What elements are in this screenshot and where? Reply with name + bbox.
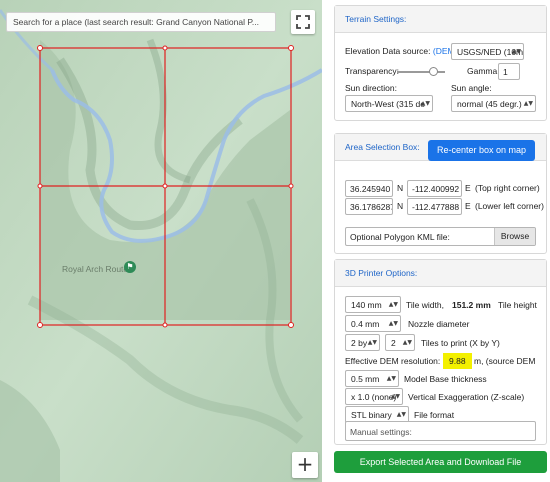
transparency-slider-thumb[interactable] — [428, 67, 438, 76]
recenter-box-button[interactable]: Re-center box on map — [428, 140, 535, 161]
tile-width-value: 140 mm — [351, 300, 382, 310]
nozzle-select[interactable]: 0.4 mm ▲▼ — [345, 315, 401, 332]
tiles-label: Tiles to print (X by Y) — [421, 338, 500, 348]
tiles-y-select[interactable]: 2 ▲▼ — [385, 334, 415, 351]
nozzle-label: Nozzle diameter — [408, 319, 470, 329]
file-format-label: File format — [414, 410, 455, 420]
chevron-down-icon: ▲▼ — [396, 411, 406, 418]
dem-resolution-label: Effective DEM resolution: — [345, 356, 441, 366]
base-thickness-value: 0.5 mm — [351, 374, 380, 384]
lower-left-longitude-input[interactable]: -112.477888 — [407, 198, 462, 215]
chevron-down-icon: ▲▼ — [388, 320, 398, 327]
file-format-value: STL binary — [351, 410, 392, 420]
tiles-x-value: 2 by — [351, 338, 368, 348]
terrain-settings-panel: Terrain Settings: Elevation Data source:… — [334, 5, 547, 121]
sun-angle-select[interactable]: normal (45 degr.) ▲▼ — [451, 95, 536, 112]
edge-handle — [162, 322, 168, 328]
printer-options-panel: 3D Printer Options: 140 mm ▲▼ Tile width,… — [334, 259, 547, 445]
tile-height-readout: 151.2 mm — [452, 300, 491, 310]
kml-file-placeholder: Optional Polygon KML file: — [350, 232, 450, 242]
settings-sidebar: Terrain Settings: Elevation Data source:… — [334, 0, 550, 482]
chevron-down-icon: ▲▼ — [367, 339, 377, 346]
sun-direction-select[interactable]: North-West (315 de ▲▼ — [345, 95, 433, 112]
vertical-exaggeration-value: x 1.0 (none) — [351, 392, 397, 402]
top-right-latitude-input[interactable]: 36.245940 — [345, 180, 393, 197]
elevation-source-label: Elevation Data source: (DEM — [345, 46, 455, 56]
edge-handle — [162, 45, 168, 51]
edge-handle — [37, 183, 43, 189]
kml-file-input[interactable]: Optional Polygon KML file: Browse — [345, 227, 536, 246]
export-download-button[interactable]: Export Selected Area and Download File — [334, 451, 547, 473]
nozzle-value: 0.4 mm — [351, 319, 380, 329]
chevron-down-icon: ▲▼ — [386, 375, 396, 382]
transparency-label: Transparency: — [345, 66, 400, 76]
sun-angle-label: Sun angle: — [451, 83, 492, 93]
lower-left-latitude-input[interactable]: 36.1786287 — [345, 198, 393, 215]
terrain-map[interactable]: Search for a place (last search result: … — [0, 0, 322, 482]
printer-options-title: 3D Printer Options: — [335, 260, 546, 287]
lower-left-lat-dir: N — [397, 201, 404, 211]
base-thickness-label: Model Base thickness — [404, 374, 487, 384]
corner-handle — [37, 45, 43, 51]
tiles-x-select[interactable]: 2 by ▲▼ — [345, 334, 380, 351]
dem-resolution-value: 9.88 — [443, 353, 472, 369]
chevron-down-icon: ▲▼ — [523, 100, 533, 107]
elevation-source-select[interactable]: USGS/NED (10m... ▲▼ — [451, 43, 524, 60]
tile-height-unit: mm — [475, 300, 491, 310]
sun-direction-value: North-West (315 de — [351, 99, 426, 109]
chevron-down-icon: ▲▼ — [402, 339, 412, 346]
area-selection-panel: Area Selection Box: Re-center box on map… — [334, 133, 547, 254]
terrain-settings-title: Terrain Settings: — [335, 6, 546, 33]
poi-label[interactable]: Royal Arch Route — [62, 264, 128, 274]
transparency-slider[interactable] — [397, 71, 445, 73]
corner-handle — [288, 322, 294, 328]
fullscreen-button[interactable] — [291, 10, 315, 34]
elevation-source-text: Elevation Data source: — [345, 46, 431, 56]
vertical-exaggeration-label: Vertical Exaggeration (Z-scale) — [408, 392, 525, 402]
chevron-down-icon: ▲▼ — [388, 301, 398, 308]
base-thickness-select[interactable]: 0.5 mm ▲▼ — [345, 370, 399, 387]
top-right-corner-label: (Top right corner) — [475, 183, 540, 193]
corner-handle — [37, 322, 43, 328]
tile-width-label: Tile width, — [406, 300, 444, 310]
lower-left-corner-label: (Lower left corner) — [475, 201, 544, 211]
chevron-down-icon: ▲▼ — [511, 48, 521, 55]
tiles-y-value: 2 — [391, 338, 396, 348]
vertical-exaggeration-select[interactable]: x 1.0 (none) ▲▼ — [345, 388, 403, 405]
hiking-poi-icon[interactable]: ⚑ — [124, 261, 136, 273]
center-handle — [162, 183, 168, 189]
tile-width-select[interactable]: 140 mm ▲▼ — [345, 296, 401, 313]
tile-height-label: Tile height — [498, 300, 537, 310]
lower-left-lon-dir: E — [465, 201, 471, 211]
fullscreen-icon — [296, 15, 310, 29]
gamma-input[interactable]: 1 — [498, 63, 520, 80]
browse-button[interactable]: Browse — [494, 228, 535, 245]
manual-settings-input[interactable]: Manual settings: — [345, 421, 536, 441]
place-search-input[interactable]: Search for a place (last search result: … — [6, 12, 276, 32]
top-right-lon-dir: E — [465, 183, 471, 193]
zoom-in-button[interactable]: + — [292, 452, 318, 478]
edge-handle — [288, 183, 294, 189]
tile-height-value: 151.2 — [452, 300, 474, 310]
top-right-lat-dir: N — [397, 183, 404, 193]
chevron-down-icon: ▲▼ — [420, 100, 430, 107]
top-right-longitude-input[interactable]: -112.400992 — [407, 180, 462, 197]
dem-resolution-suffix: m, (source DEM — [474, 356, 536, 366]
sun-angle-value: normal (45 degr.) — [457, 99, 522, 109]
chevron-down-icon: ▲▼ — [390, 393, 400, 400]
corner-handle — [288, 45, 294, 51]
map-canvas[interactable] — [0, 0, 322, 482]
gamma-label: Gamma: — [467, 66, 500, 76]
sun-direction-label: Sun direction: — [345, 83, 397, 93]
